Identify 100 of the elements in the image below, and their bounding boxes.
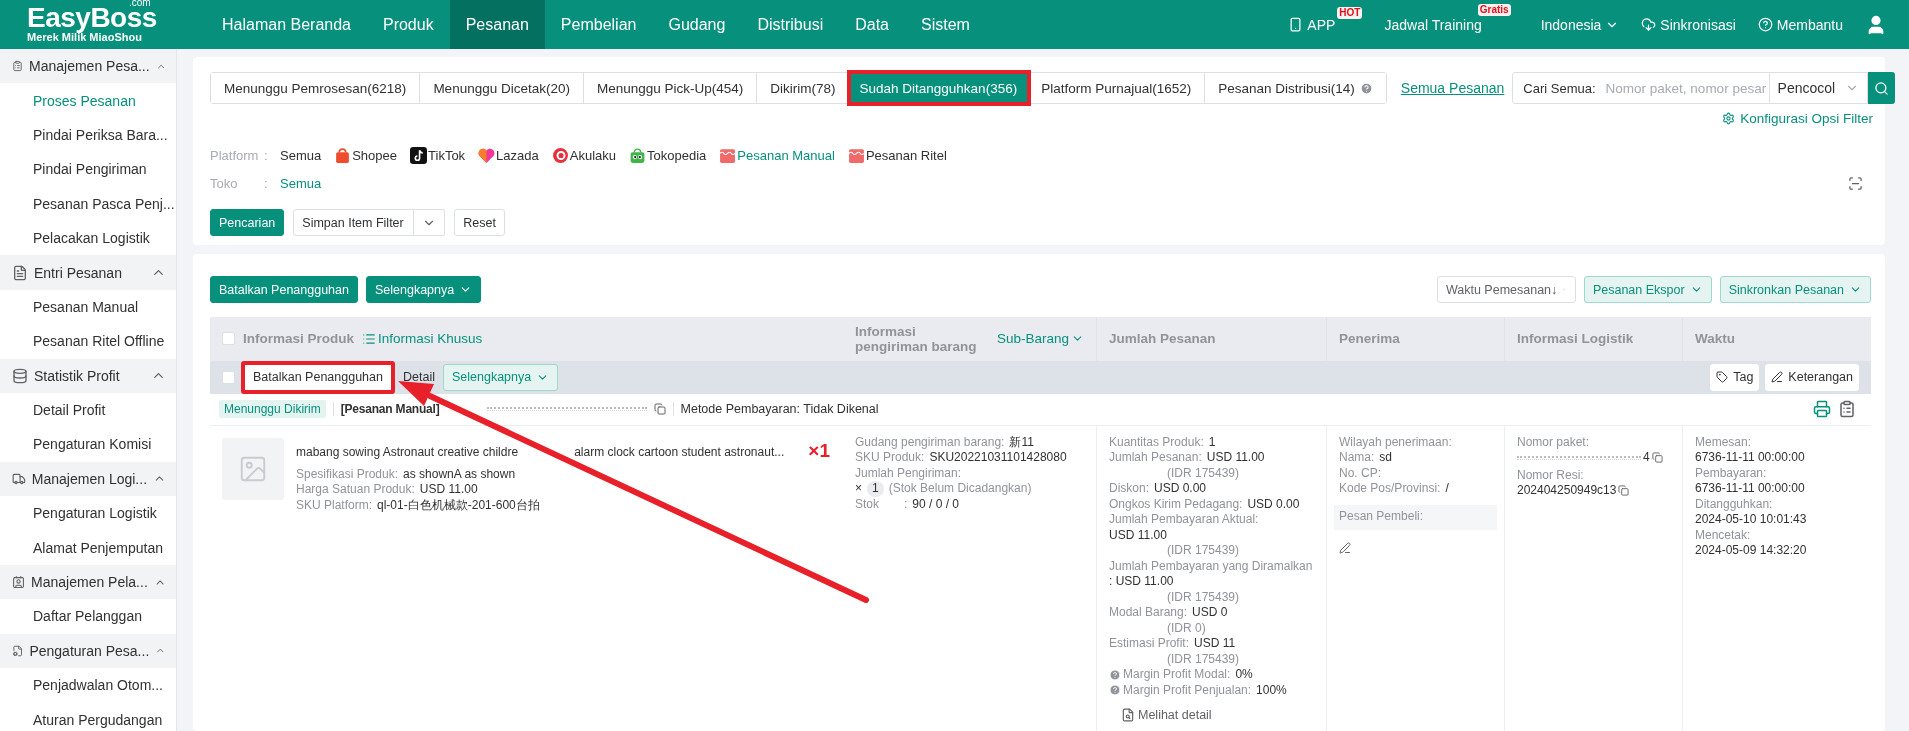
amount-label: Estimasi Profit: — [1109, 636, 1189, 652]
stock-note: (Stok Belum Dicadangkan) — [888, 481, 1032, 497]
filter-separator: : — [264, 147, 269, 163]
field-value: 202404250949c13 — [1517, 483, 1617, 499]
sidebar-group[interactable]: Manajemen Pesa... — [0, 49, 176, 84]
status-tab[interactable]: Sudah Ditangguhkan(356) — [849, 73, 1029, 103]
sidebar-group[interactable]: Pengaturan Pesa... — [0, 633, 176, 669]
column-header: Informasi Produk — [243, 331, 355, 347]
platform-option[interactable]: Akulaku — [551, 146, 616, 164]
pencil-icon — [1771, 371, 1784, 384]
sidebar-group[interactable]: Manajemen Pela... — [0, 564, 176, 600]
sidebar-group[interactable]: Manajemen Logi... — [0, 461, 176, 497]
filter-separator: : — [264, 175, 269, 191]
all-orders-link[interactable]: Semua Pesanan — [1400, 80, 1505, 96]
file-search-icon — [1121, 708, 1135, 722]
sidebar-group[interactable]: Entri Pesanan — [0, 255, 176, 290]
help-icon — [1109, 668, 1121, 681]
resume-button[interactable]: Batalkan Penangguhan — [210, 276, 358, 303]
nav-item[interactable]: Pesanan — [449, 0, 545, 49]
export-dropdown[interactable]: Pesanan Ekspor — [1583, 276, 1712, 303]
sidebar-group[interactable]: Statistik Profit — [0, 358, 176, 393]
nav-item[interactable]: Sistem — [905, 0, 986, 49]
field-value: 4 — [1643, 450, 1650, 466]
printer-icon[interactable] — [1813, 400, 1831, 419]
note-button[interactable]: Keterangan — [1765, 363, 1859, 391]
platform-option[interactable]: Tokopedia — [629, 146, 707, 164]
field-value: SKU20221031101428080 — [929, 450, 1067, 466]
order-source: [Pesanan Manual] — [340, 402, 440, 417]
field-value: 2024-05-09 14:32:20 — [1695, 543, 1808, 559]
training-link[interactable]: Jadwal Training — [1384, 16, 1482, 33]
status-tab[interactable]: Menunggu Pemrosesan(6218) — [211, 73, 421, 103]
checkbox[interactable] — [222, 370, 235, 384]
platform-option[interactable]: Lazada — [478, 146, 539, 164]
field-label: Gudang pengiriman barang: — [855, 434, 1005, 450]
group-icon — [12, 574, 26, 591]
column-header: Jumlah Pesanan — [1109, 331, 1216, 347]
help-icon — [1109, 684, 1121, 697]
layout-icon[interactable] — [1848, 175, 1863, 191]
field-label: Kode Pos/Provinsi: — [1339, 481, 1441, 497]
detail-link[interactable]: Detail — [401, 370, 437, 385]
count-badge: 1 — [867, 481, 884, 497]
search-submit-button[interactable]: Pencarian — [210, 209, 285, 236]
filter-label: Platform — [210, 147, 260, 163]
amount-label: Kuantitas Produk: — [1109, 434, 1204, 450]
free-label: Gratis — [1477, 4, 1511, 16]
field-label: Pembayaran: — [1695, 465, 1768, 481]
resume-button[interactable]: Batalkan Penangguhan — [241, 360, 395, 394]
nav-item[interactable]: Gudang — [652, 0, 742, 49]
store-option[interactable]: Semua — [280, 175, 322, 191]
copy-icon[interactable] — [653, 403, 666, 416]
logo-domain: .com — [128, 0, 151, 8]
column-header: Informasi pengiriman barang — [855, 323, 977, 354]
more-dropdown[interactable]: Selengkapnya — [366, 276, 482, 303]
dropdown-toggle[interactable] — [414, 209, 446, 236]
field-label: SKU Produk: — [855, 450, 925, 466]
app-link[interactable]: APP — [1288, 16, 1336, 33]
amount-value: USD 11.00 — [1206, 450, 1265, 466]
amount-label: Modal Barang: — [1109, 605, 1188, 621]
cloud-icon — [1641, 17, 1657, 32]
search-icon — [1874, 80, 1890, 96]
reset-button[interactable]: Reset — [454, 209, 505, 236]
checkbox[interactable] — [222, 332, 235, 346]
receipt-icon — [847, 146, 865, 164]
heart-icon — [478, 146, 496, 164]
sort-select[interactable]: Waktu Pemesanan↓ — [1436, 276, 1576, 303]
language-dropdown[interactable]: Indonesia — [1540, 16, 1620, 33]
more-dropdown[interactable]: Selengkapnya — [442, 363, 559, 391]
field-label: Nomor Resi: — [1517, 467, 1584, 483]
nav-item[interactable]: Pembelian — [544, 0, 653, 49]
platform-option[interactable]: TikTok — [410, 146, 466, 164]
sync-orders-dropdown[interactable]: Sinkronkan Pesanan — [1719, 276, 1871, 303]
platform-option[interactable]: Pesanan Manual — [719, 146, 835, 164]
copy-icon[interactable] — [1651, 452, 1663, 464]
search-button[interactable] — [1868, 72, 1896, 104]
platform-option[interactable]: Pesanan Ritel — [847, 146, 947, 164]
view-detail-link[interactable]: Melihat detail — [1121, 708, 1314, 722]
copy-icon[interactable] — [1618, 485, 1630, 497]
nav-item[interactable]: Distribusi — [741, 0, 840, 49]
help-icon — [1359, 81, 1373, 95]
times-sign: × — [855, 481, 862, 497]
clipboard-icon[interactable] — [1838, 400, 1856, 419]
amount-label: Margin Profit Penjualan: — [1123, 682, 1252, 698]
platform-option[interactable]: Shopee — [334, 146, 398, 164]
status-badge: Menunggu Dikirim — [219, 400, 326, 419]
platform-option[interactable]: Semua — [280, 147, 322, 163]
sync-button[interactable]: Sinkronisasi — [1641, 16, 1736, 33]
amount-sub-value: (IDR 175439) — [1166, 543, 1241, 559]
music-note-icon — [410, 146, 428, 164]
save-filter-button[interactable]: Simpan Item Filter — [293, 209, 415, 236]
field-value: / — [1445, 481, 1449, 497]
nav-item[interactable]: Halaman Beranda — [206, 0, 367, 49]
filter-label: Toko — [210, 175, 239, 191]
product-title: mabang sowing Astronaut creative childre — [296, 443, 519, 460]
field-label: Nama: — [1339, 450, 1375, 466]
list-icon — [362, 331, 377, 346]
nav-item[interactable]: Produk — [366, 0, 450, 49]
tag-button[interactable]: Tag — [1710, 363, 1760, 391]
nav-item[interactable]: Data — [839, 0, 905, 49]
filter-config-link[interactable]: Konfigurasi Opsi Filter — [1722, 108, 1873, 128]
help-link[interactable]: Membantu — [1757, 16, 1843, 33]
